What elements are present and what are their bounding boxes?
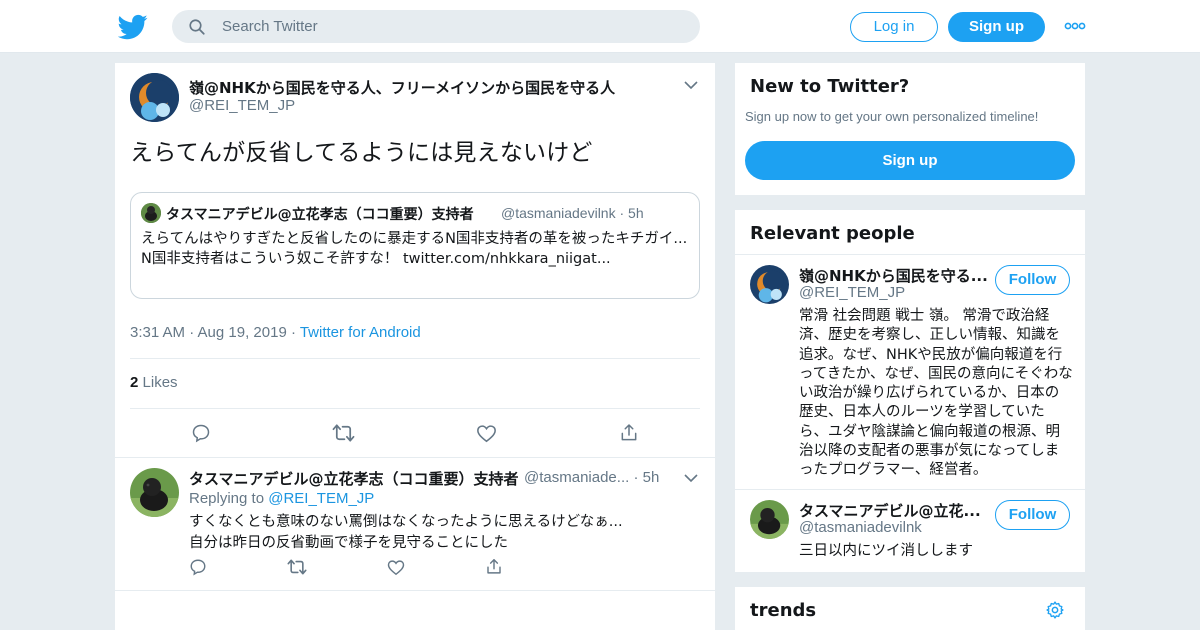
tweet-text: えらてんが反省してるようには見えないけど [130, 140, 593, 166]
quoted-tweet-text: えらてんはやりすぎたと反省したのに暴走するN国非支持者の革を被ったキチガイ...… [141, 230, 701, 269]
retweet-icon[interactable] [332, 423, 355, 443]
replying-to-link[interactable]: @REI_TEM_JP [268, 490, 374, 507]
chevron-down-icon[interactable] [684, 473, 698, 483]
new-to-twitter-card: New to Twitter? Sign up now to get your … [735, 63, 1085, 195]
quoted-author-handle: @tasmaniadevilnk · 5h [501, 205, 644, 221]
reply-author-handle[interactable]: @tasmaniade... · 5h [524, 469, 659, 486]
like-icon[interactable] [476, 424, 497, 443]
reply-text-line: 自分は昨日の反省動画で様子を見守ることにした [189, 535, 508, 551]
gear-icon[interactable] [1045, 600, 1065, 620]
share-icon[interactable] [619, 422, 639, 443]
avatar-image [130, 468, 179, 517]
reply-icon[interactable] [189, 558, 207, 576]
tweet-author-name[interactable]: 嶺@NHKから国民を守る人、フリーメイソンから国民を守る人 [189, 77, 615, 98]
likes-count[interactable]: 2 Likes [130, 374, 178, 391]
tweet-column: 嶺@NHKから国民を守る人、フリーメイソンから国民を守る人 @REI_TEM_J… [115, 63, 715, 630]
replying-to-label: Replying to [189, 490, 269, 507]
quoted-tweet-line: N国非支持者はこういう奴こそ許すな！ twitter.com/nhkkara_n… [141, 251, 611, 267]
twitter-bird-icon[interactable] [118, 12, 148, 42]
card-title: Relevant people [750, 223, 915, 244]
quoted-author-name: タスマニアデビル@立花孝志（ココ重要）支持者 [166, 207, 474, 223]
likes-label: Likes [142, 374, 178, 391]
avatar[interactable] [750, 500, 789, 539]
top-navigation-bar: Log in Sign up [0, 0, 1200, 53]
quoted-tweet-line: えらてんはやりすぎたと反省したのに暴走するN国非支持者の革を被ったキチガイ... [141, 231, 688, 247]
search-box [172, 10, 700, 43]
trends-card: trends [735, 587, 1085, 630]
reply-text-line: すくなくとも意味のない罵倒はなくなったように思えるけどなぁ... [189, 514, 623, 530]
card-title: New to Twitter? [750, 76, 910, 97]
likes-number: 2 [130, 374, 139, 391]
tweet-time: 3:31 AM · Aug 19, 2019 · [130, 324, 300, 341]
search-input[interactable] [222, 10, 682, 43]
avatar-image [141, 203, 161, 223]
person-handle[interactable]: @REI_TEM_JP [799, 284, 905, 301]
avatar-image [750, 265, 789, 304]
follow-button[interactable]: Follow [995, 500, 1070, 530]
person-name[interactable]: タスマニアデビル@立花... [799, 500, 981, 521]
avatar-image [130, 73, 179, 122]
person-bio: 常滑 社会問題 戦士 嶺。 常滑で政治経済、歴史を考察し、正しい情報、知識を追求… [799, 308, 1073, 479]
login-button[interactable]: Log in [850, 12, 938, 42]
person-bio: 三日以内にツイ消しします [799, 543, 973, 559]
divider [130, 408, 700, 409]
like-icon[interactable] [387, 559, 405, 576]
divider [735, 254, 1085, 255]
reply-tweet[interactable]: タスマニアデビル@立花孝志（ココ重要）支持者 @tasmaniade... · … [115, 457, 715, 591]
card-title: trends [750, 600, 817, 621]
avatar-image [750, 500, 789, 539]
avatar[interactable] [130, 73, 179, 122]
card-subtitle: Sign up now to get your own personalized… [745, 109, 1039, 124]
reply-text: すくなくとも意味のない罵倒はなくなったように思えるけどなぁ... 自分は昨日の反… [189, 512, 623, 554]
relevant-people-card: Relevant people 嶺@NHKから国民を守る... @REI_TEM… [735, 210, 1085, 572]
search-icon [189, 19, 205, 35]
retweet-icon[interactable] [287, 558, 307, 576]
reply-author-name[interactable]: タスマニアデビル@立花孝志（ココ重要）支持者 [189, 468, 519, 489]
reply-icon[interactable] [191, 423, 211, 443]
follow-button[interactable]: Follow [995, 265, 1070, 295]
divider [735, 489, 1085, 490]
quoted-tweet[interactable]: タスマニアデビル@立花孝志（ココ重要）支持者 @tasmaniadevilnk … [130, 192, 700, 299]
signup-button[interactable]: Sign up [745, 141, 1075, 180]
chevron-down-icon[interactable] [684, 80, 698, 90]
tweet-timestamp: 3:31 AM · Aug 19, 2019 · Twitter for And… [130, 324, 421, 341]
divider [130, 358, 700, 359]
quoted-author-avatar [141, 203, 161, 223]
person-name[interactable]: 嶺@NHKから国民を守る... [799, 265, 988, 286]
person-handle[interactable]: @tasmaniadevilnk [799, 519, 922, 536]
tweet-author-handle[interactable]: @REI_TEM_JP [189, 97, 295, 114]
avatar[interactable] [750, 265, 789, 304]
avatar[interactable] [130, 468, 179, 517]
share-icon[interactable] [485, 557, 503, 576]
signup-button[interactable]: Sign up [948, 12, 1045, 42]
tweet-source-link[interactable]: Twitter for Android [300, 324, 421, 341]
replying-to: Replying to @REI_TEM_JP [189, 490, 374, 507]
more-options-icon[interactable] [1064, 18, 1086, 34]
